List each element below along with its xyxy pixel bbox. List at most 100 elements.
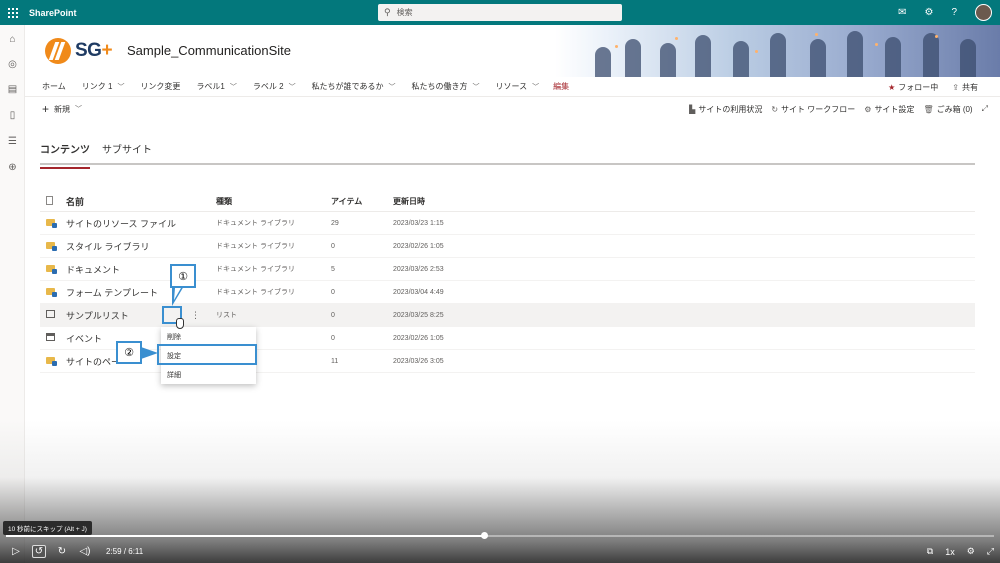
app-launcher-icon[interactable]: [0, 0, 25, 25]
player-controls: ▷ ↺ ↻ ◁) 2:59 / 6:11 ⧉ 1x ⚙ ⤢: [0, 540, 1000, 563]
captions-icon[interactable]: ⧉: [927, 546, 933, 557]
highlight-settings: [157, 344, 257, 365]
share-icon: ⇪: [952, 82, 959, 92]
row-date: 2023/02/26 1:05: [393, 334, 444, 342]
logo-mark-icon: [45, 38, 71, 64]
file-type-header-icon[interactable]: [40, 196, 66, 207]
row-count: 5: [331, 265, 335, 273]
new-label: 新規: [54, 104, 71, 114]
follow-label: フォロー中: [898, 82, 939, 92]
logo-plus: +: [101, 40, 113, 61]
speed-button[interactable]: 1x: [945, 547, 955, 557]
nav-item-resources[interactable]: リソース ﹀: [495, 81, 539, 92]
row-type: ドキュメント ライブラリ: [216, 289, 295, 296]
progress-bar[interactable]: [6, 535, 994, 537]
nav-label: ホーム: [42, 82, 66, 91]
nav-item-label1[interactable]: ラベル1 ﹀: [196, 81, 236, 92]
volume-icon[interactable]: ◁): [78, 546, 92, 557]
megaphone-icon[interactable]: ✉: [898, 7, 906, 18]
gear-icon[interactable]: ⚙: [924, 7, 933, 18]
top-navigation: ホーム リンク 1 ﹀ リンク変更 ラベル1 ﹀ ラベル 2 ﹀ 私たちが誰であるか ﹀…: [25, 77, 1000, 97]
folder-icon: [40, 241, 66, 251]
skip-back-icon[interactable]: ↺: [32, 545, 46, 558]
news-icon[interactable]: ▤: [6, 83, 19, 96]
header-type[interactable]: 種類: [216, 196, 331, 207]
list-icon: [40, 310, 66, 320]
gear-icon: ⚙: [864, 104, 872, 114]
chevron-down-icon: ﹀: [532, 83, 540, 91]
logo-text: SG: [75, 40, 102, 61]
row-name[interactable]: サイトのリソース ファイル: [66, 217, 191, 230]
folder-icon: [40, 356, 66, 366]
chevron-down-icon: ﹀: [288, 83, 296, 91]
table-row[interactable]: スタイル ライブラリ ドキュメント ライブラリ 0 2023/02/26 1:0…: [40, 235, 975, 258]
folder-icon: [40, 218, 66, 228]
nav-item-who-we-are[interactable]: 私たちが誰であるか ﹀: [312, 81, 396, 92]
step2-arrow: [141, 347, 158, 359]
site-logo[interactable]: SG +: [45, 38, 113, 64]
row-count: 0: [331, 311, 335, 319]
help-icon[interactable]: ?: [951, 7, 957, 18]
new-button[interactable]: + 新規 ﹀: [42, 102, 82, 116]
lists-icon[interactable]: ☰: [6, 135, 19, 148]
nav-item-link-change[interactable]: リンク変更: [140, 81, 180, 92]
site-title[interactable]: Sample_CommunicationSite: [127, 43, 291, 58]
home-icon[interactable]: ⌂: [6, 33, 19, 46]
app-name[interactable]: SharePoint: [29, 8, 77, 18]
row-date: 2023/03/25 8:25: [393, 311, 444, 319]
row-date: 2023/03/04 4:49: [393, 288, 444, 296]
nav-item-link1[interactable]: リンク 1 ﹀: [82, 81, 125, 92]
step1-badge: ①: [170, 264, 196, 288]
globe-icon[interactable]: ◎: [6, 58, 19, 71]
site-usage-button[interactable]: ▙ サイトの利用状況: [689, 104, 762, 115]
nav-item-home[interactable]: ホーム: [42, 81, 66, 92]
tab-subsites[interactable]: サブサイト: [102, 141, 152, 160]
site-workflow-label: サイト ワークフロー: [781, 104, 856, 114]
row-name[interactable]: スタイル ライブラリ: [66, 240, 191, 253]
nav-item-how-we-work[interactable]: 私たちの働き方 ﹀: [411, 81, 479, 92]
gear-icon[interactable]: ⚙: [967, 546, 975, 557]
nav-label: 私たちの働き方: [411, 82, 468, 91]
play-icon[interactable]: ▷: [9, 546, 23, 557]
share-label: 共有: [962, 82, 978, 92]
skip-back-tooltip: 10 秒前にスキップ (Alt + J): [3, 521, 92, 535]
search-input[interactable]: ⚲ 検索: [378, 4, 622, 21]
skip-forward-icon[interactable]: ↻: [55, 546, 69, 557]
row-date: 2023/03/23 1:15: [393, 219, 444, 227]
follow-button[interactable]: ★ フォロー中: [888, 82, 938, 93]
row-type: リスト: [216, 312, 237, 319]
folder-icon: [40, 287, 66, 297]
more-options-icon[interactable]: ⋮: [191, 310, 216, 321]
create-icon[interactable]: ⊕: [6, 161, 19, 174]
file-icon[interactable]: ▯: [6, 109, 19, 122]
header-items[interactable]: アイテム: [331, 196, 393, 207]
recycle-bin-button[interactable]: 🗑 ごみ箱 (0): [923, 104, 972, 115]
menu-item-details[interactable]: 詳細: [161, 365, 256, 384]
edit-nav-link[interactable]: 編集: [553, 81, 569, 92]
nav-label: リソース: [495, 82, 528, 91]
step1-arrow: [172, 286, 184, 306]
chevron-down-icon: ﹀: [472, 83, 480, 91]
row-date: 2023/03/26 3:05: [393, 357, 444, 365]
header-modified[interactable]: 更新日時: [393, 196, 513, 207]
nav-item-label2[interactable]: ラベル 2 ﹀: [253, 81, 296, 92]
expand-icon[interactable]: ⤢: [982, 104, 988, 114]
row-count: 11: [331, 357, 339, 365]
calendar-icon: [40, 333, 66, 343]
site-header: SG + Sample_CommunicationSite: [25, 25, 1000, 77]
nav-label: ラベル1: [196, 82, 225, 91]
chart-icon: ▙: [689, 104, 696, 114]
time-display: 2:59 / 6:11: [106, 547, 144, 556]
site-settings-button[interactable]: ⚙ サイト設定: [864, 104, 914, 115]
row-count: 29: [331, 219, 339, 227]
trash-icon: 🗑: [923, 104, 934, 114]
avatar[interactable]: [975, 4, 992, 21]
share-button[interactable]: ⇪ 共有: [952, 82, 978, 93]
tab-contents[interactable]: コンテンツ: [40, 141, 90, 169]
site-workflow-button[interactable]: ↻ サイト ワークフロー: [771, 104, 855, 115]
fullscreen-icon[interactable]: ⤢: [987, 546, 994, 557]
folder-icon: [40, 264, 66, 274]
content-pivot: コンテンツ サブサイト: [40, 141, 975, 169]
header-name[interactable]: 名前: [66, 195, 191, 208]
table-row[interactable]: サイトのリソース ファイル ドキュメント ライブラリ 29 2023/03/23…: [40, 212, 975, 235]
